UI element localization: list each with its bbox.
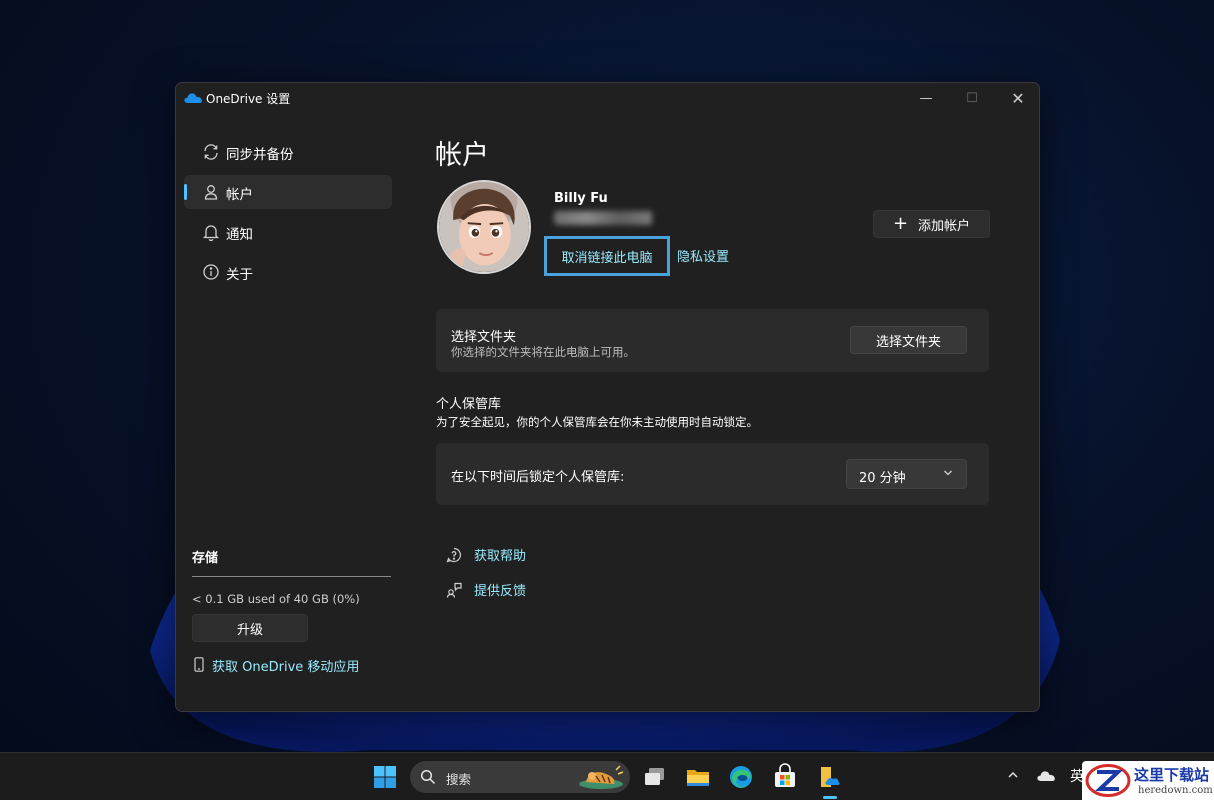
storage-title: 存储 [192, 551, 219, 566]
chevron-up-icon[interactable] [1007, 769, 1019, 781]
choose-folders-button[interactable]: 选择文件夹 [850, 326, 967, 354]
maximize-button[interactable]: ☐ [949, 83, 995, 113]
add-account-button[interactable]: + 添加帐户 [873, 210, 990, 238]
search-placeholder: 搜索 [446, 772, 472, 787]
watermark-logo-icon [1085, 764, 1131, 797]
minimize-button[interactable]: — [903, 83, 949, 113]
choose-folders-card: 选择文件夹 你选择的文件夹将在此电脑上可用。 选择文件夹 [436, 309, 989, 372]
onedrive-tray-cloud-icon[interactable] [1037, 769, 1055, 781]
unlink-this-pc-link[interactable]: 取消链接此电脑 [544, 236, 670, 276]
vault-lock-time-dropdown[interactable]: 20 分钟 [846, 459, 967, 489]
close-button[interactable]: ✕ [995, 83, 1039, 113]
edge-browser-icon[interactable] [727, 763, 755, 791]
active-app-indicator [823, 796, 837, 799]
add-account-label: 添加帐户 [918, 218, 971, 234]
personal-vault-description: 为了安全起见，你的个人保管库会在你未主动使用时自动锁定。 [436, 415, 758, 429]
taskbar: 搜索 英 [0, 752, 1214, 800]
onedrive-app-icon[interactable] [816, 763, 844, 791]
window-title: OneDrive 设置 [206, 92, 291, 106]
get-help-label: 获取帮助 [474, 549, 527, 564]
help-icon [446, 547, 462, 562]
taskbar-search-box[interactable]: 搜索 [410, 761, 630, 793]
selected-indicator [184, 184, 187, 200]
watermark-title: 这里下载站 [1134, 766, 1210, 784]
sidebar-item-about[interactable]: 关于 [184, 255, 392, 289]
search-highlight-illustration-icon [579, 765, 624, 789]
task-view-icon[interactable] [641, 763, 669, 791]
sidebar-item-account[interactable]: 帐户 [184, 175, 392, 209]
sidebar-item-label: 通知 [226, 227, 253, 243]
personal-vault-title: 个人保管库 [436, 397, 502, 412]
title-bar[interactable]: OneDrive 设置 — ☐ ✕ [176, 83, 1039, 113]
person-icon [204, 185, 218, 200]
upgrade-button[interactable]: 升级 [192, 614, 308, 642]
search-icon [420, 769, 436, 785]
privacy-settings-link[interactable]: 隐私设置 [677, 246, 729, 265]
onedrive-settings-window: OneDrive 设置 — ☐ ✕ 同步并备份 帐户 通知 关于 存储 < 0.… [175, 82, 1040, 712]
unlink-label: 取消链接此电脑 [561, 250, 653, 266]
chevron-down-icon [944, 470, 952, 476]
get-help-link[interactable]: 获取帮助 [446, 545, 526, 564]
choose-folders-title: 选择文件夹 [451, 330, 517, 345]
sidebar-item-label: 帐户 [226, 187, 253, 203]
storage-usage: < 0.1 GB used of 40 GB (0%) [192, 592, 360, 606]
give-feedback-link[interactable]: 提供反馈 [446, 580, 526, 599]
sidebar-item-label: 同步并备份 [226, 147, 294, 163]
get-mobile-app-link[interactable]: 获取 OneDrive 移动应用 [212, 656, 359, 675]
sidebar-item-notifications[interactable]: 通知 [184, 215, 392, 249]
account-name: Billy Fu [554, 191, 608, 206]
personal-vault-card: 在以下时间后锁定个人保管库: 20 分钟 [436, 443, 989, 505]
sync-icon [204, 144, 218, 160]
info-icon [203, 264, 219, 280]
avatar [437, 180, 531, 274]
watermark-subtitle: heredown.com [1138, 785, 1213, 796]
account-email-redacted [554, 211, 652, 225]
storage-divider [192, 576, 391, 577]
site-watermark: 这里下载站 heredown.com [1082, 761, 1214, 800]
start-windows-icon[interactable] [371, 763, 399, 791]
bell-icon [202, 225, 220, 241]
vault-lock-time-value: 20 分钟 [859, 471, 906, 486]
file-explorer-icon[interactable] [684, 763, 712, 791]
choose-folders-description: 你选择的文件夹将在此电脑上可用。 [451, 345, 635, 359]
page-title: 帐户 [435, 140, 489, 171]
mobile-phone-icon [194, 657, 204, 672]
microsoft-store-icon[interactable] [771, 763, 799, 791]
feedback-icon [446, 582, 462, 598]
sidebar-item-label: 关于 [226, 267, 253, 283]
onedrive-cloud-icon [184, 93, 202, 103]
vault-lock-label: 在以下时间后锁定个人保管库: [451, 470, 625, 485]
give-feedback-label: 提供反馈 [474, 584, 527, 599]
sidebar-item-sync-backup[interactable]: 同步并备份 [184, 135, 392, 169]
plus-icon: + [892, 213, 909, 234]
